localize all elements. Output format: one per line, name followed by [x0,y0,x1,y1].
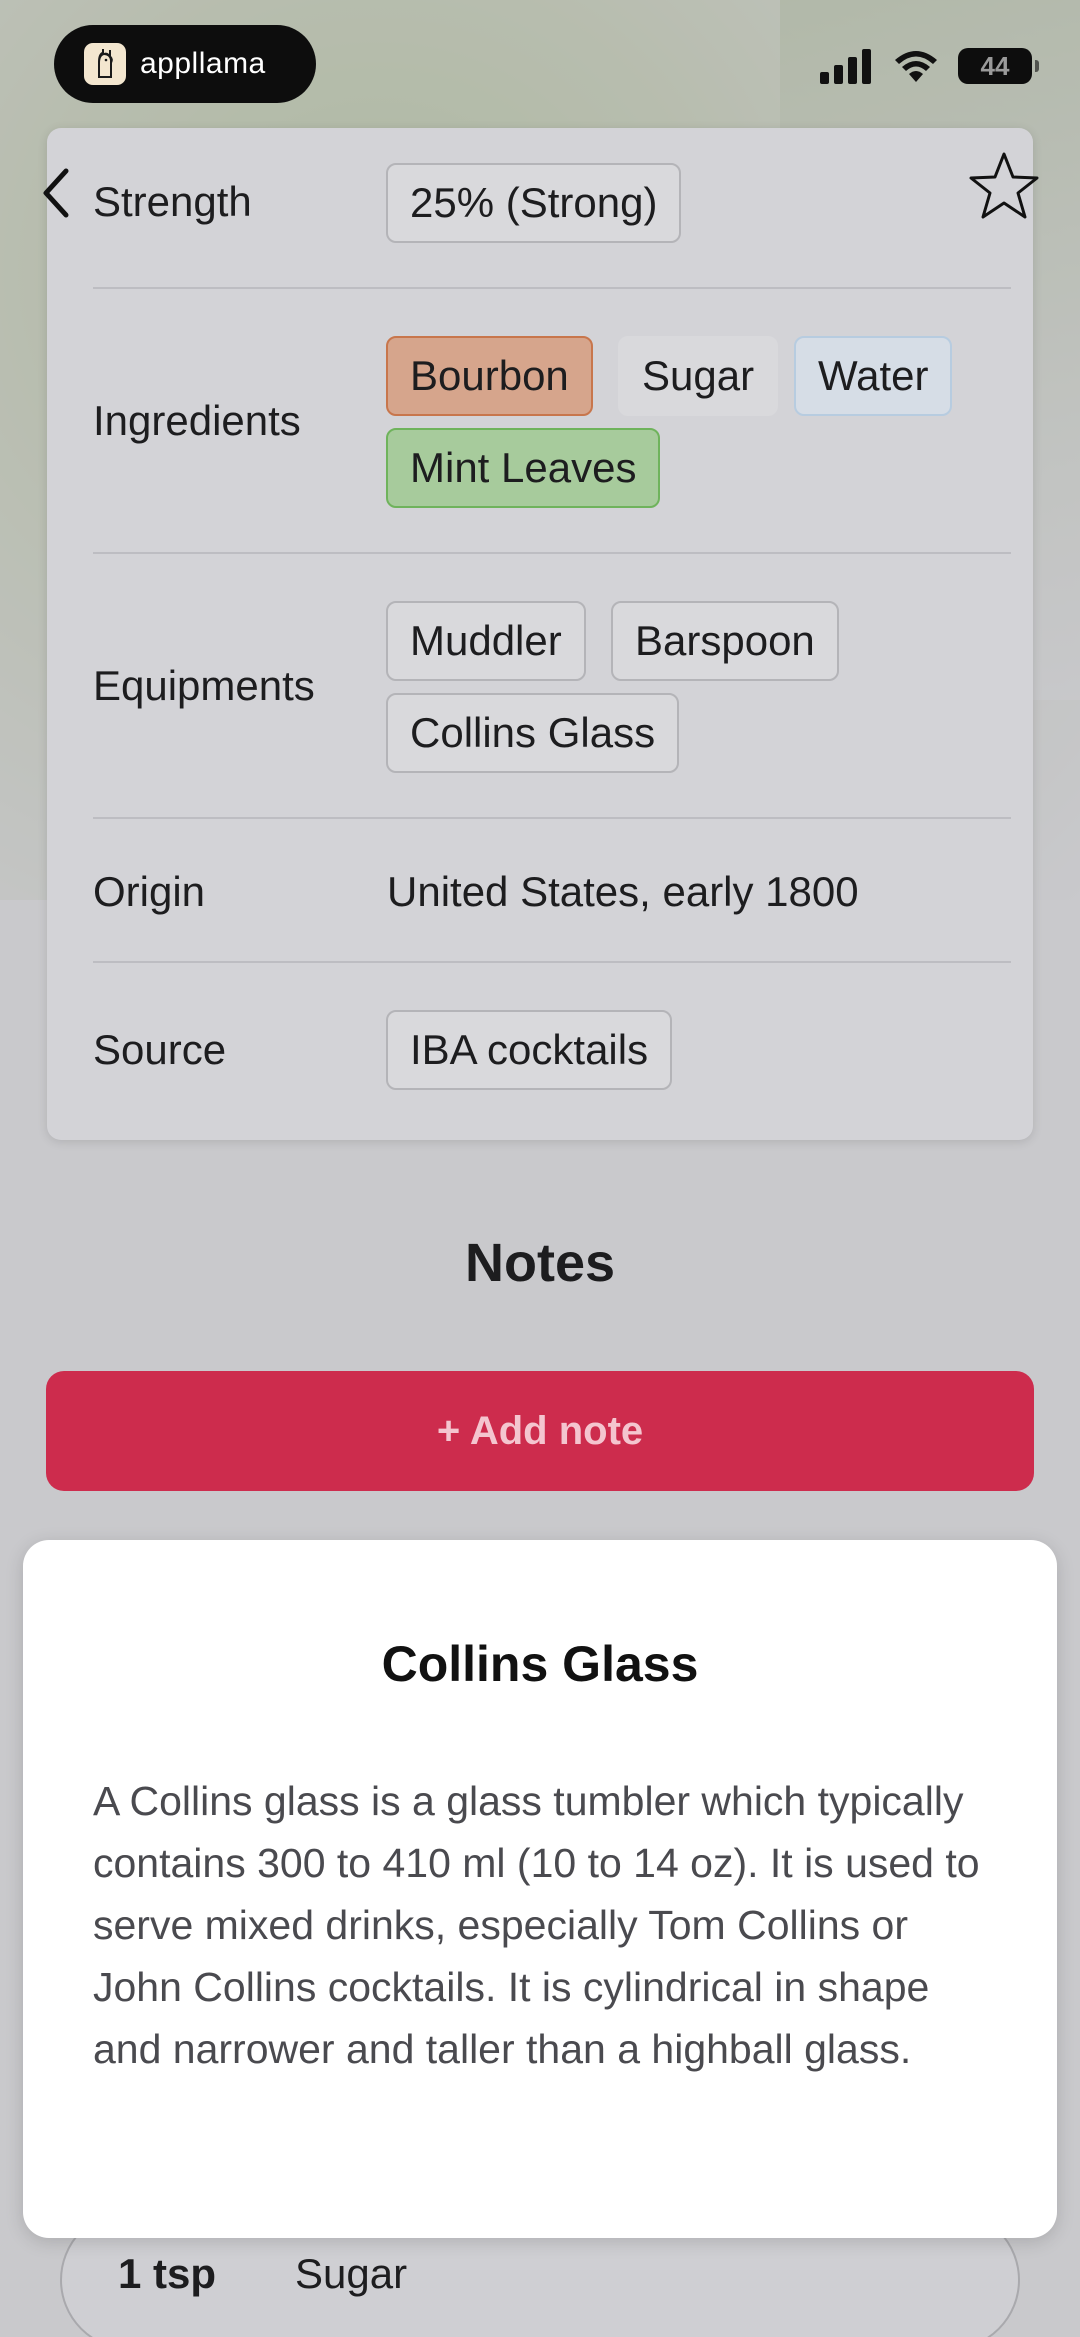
battery-icon: 44 [958,48,1039,84]
wifi-icon [895,51,937,82]
measure-ingredient-name: Sugar [295,2250,408,2297]
measure-quantity: 1 tsp [118,2250,217,2297]
recording-pill: appllama [54,25,316,103]
add-note-button[interactable]: + Add note [46,1371,1034,1491]
popup-description: A Collins glass is a glass tumbler which… [93,1778,980,2072]
origin-label: Origin [93,868,206,915]
strength-label: Strength [93,178,252,225]
battery-level: 44 [980,50,1010,81]
origin-value: United States, early 1800 [387,868,859,915]
strength-chip[interactable]: 25% (Strong) [386,163,682,243]
source-label: Source [93,1026,227,1073]
ingredient-chip-sugar[interactable]: Sugar [618,336,779,416]
back-chevron-icon[interactable] [38,165,74,221]
ingredients-label: Ingredients [93,397,301,444]
notes-heading: Notes [464,1233,616,1293]
status-icons: 44 [818,48,1039,84]
divider [93,552,1011,554]
equipment-info-popup: Collins Glass A Collins glass is a glass… [23,1540,1057,2238]
cellular-signal-icon [820,49,871,84]
divider [93,961,1011,963]
ingredient-chip-mint-leaves[interactable]: Mint Leaves [386,428,661,508]
divider [93,287,1011,289]
llama-logo-icon [84,43,126,85]
favorite-star-icon[interactable] [968,150,1040,222]
brand-label: appllama [140,47,266,80]
source-chip[interactable]: IBA cocktails [386,1010,673,1090]
equipments-label: Equipments [93,662,315,709]
popup-title: Collins Glass [381,1636,699,1692]
ingredient-chip-water[interactable]: Water [794,336,953,416]
divider [93,817,1011,819]
equipment-chip-collins-glass[interactable]: Collins Glass [386,693,680,773]
equipment-chip-muddler[interactable]: Muddler [386,601,586,681]
ingredient-chip-bourbon[interactable]: Bourbon [386,336,593,416]
equipment-chip-barspoon[interactable]: Barspoon [611,601,839,681]
